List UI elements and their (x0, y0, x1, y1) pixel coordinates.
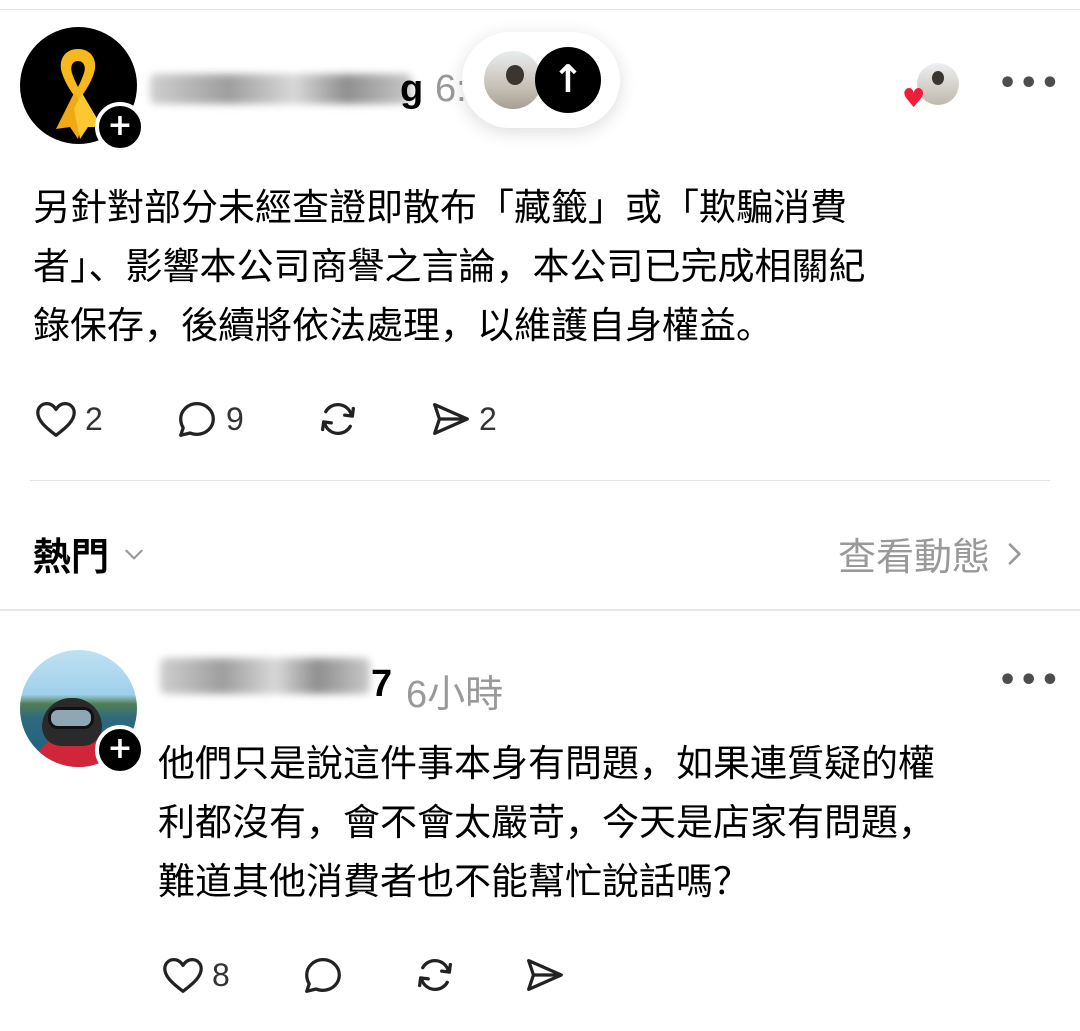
reply-share-button[interactable] (521, 952, 567, 998)
top-divider (0, 0, 1080, 10)
like-button[interactable]: 2 (33, 396, 103, 442)
view-activity-link[interactable]: 查看動態 (838, 526, 1024, 581)
reply-like-count: 8 (212, 956, 230, 993)
more-options-icon[interactable]: ••• (998, 66, 1062, 101)
section-divider (30, 480, 1050, 481)
sort-label: 熱門 (33, 535, 110, 579)
send-icon (433, 402, 469, 436)
chevron-right-icon (1008, 542, 1021, 565)
reply-body: 他們只是說這件事本身有問題，如果連質疑的權 利都沒有，會不會太嚴苛，今天是店家有… (158, 742, 935, 903)
share-button[interactable]: 2 (427, 396, 497, 442)
reply-comment-button[interactable] (300, 952, 346, 998)
new-posts-pill[interactable]: ↑ (462, 32, 620, 128)
post-body: 另針對部分未經查證即散布「藏籤」或「欺騙消費 者」、影響本公司商譽之言論，本公司… (33, 186, 866, 347)
reply-timestamp: 6小時 (406, 674, 504, 716)
repost-icon (418, 958, 452, 992)
comment-button[interactable]: 9 (174, 396, 244, 442)
comment-count: 9 (226, 400, 244, 437)
author-username-tail[interactable]: g (400, 68, 423, 111)
comment-icon (179, 402, 215, 437)
snorkel-mask-graphic (48, 707, 94, 729)
chevron-down-icon (125, 549, 143, 559)
heart-badge-icon: ♥ (902, 84, 926, 114)
sort-dropdown[interactable]: 熱門 (33, 526, 147, 581)
more-options-icon[interactable]: ••• (998, 663, 1062, 698)
comment-icon (305, 958, 341, 993)
send-icon (527, 958, 563, 992)
replies-divider (0, 609, 1080, 611)
reply-username-redacted[interactable] (160, 658, 370, 694)
follow-plus-icon[interactable]: + (95, 725, 145, 775)
arrow-up-icon[interactable]: ↑ (535, 47, 601, 113)
reply-username-tail[interactable]: 7 (371, 663, 392, 706)
view-activity-label: 查看動態 (838, 535, 991, 579)
follow-plus-icon[interactable]: + (95, 102, 145, 152)
reply-like-button[interactable]: 8 (160, 952, 230, 998)
author-username-redacted[interactable] (150, 74, 412, 104)
repost-icon (321, 402, 355, 436)
share-count: 2 (479, 400, 497, 437)
reply-repost-button[interactable] (411, 952, 459, 998)
heart-icon (36, 402, 76, 437)
repost-button[interactable] (314, 396, 362, 442)
heart-icon (163, 958, 203, 993)
like-count: 2 (85, 400, 103, 437)
